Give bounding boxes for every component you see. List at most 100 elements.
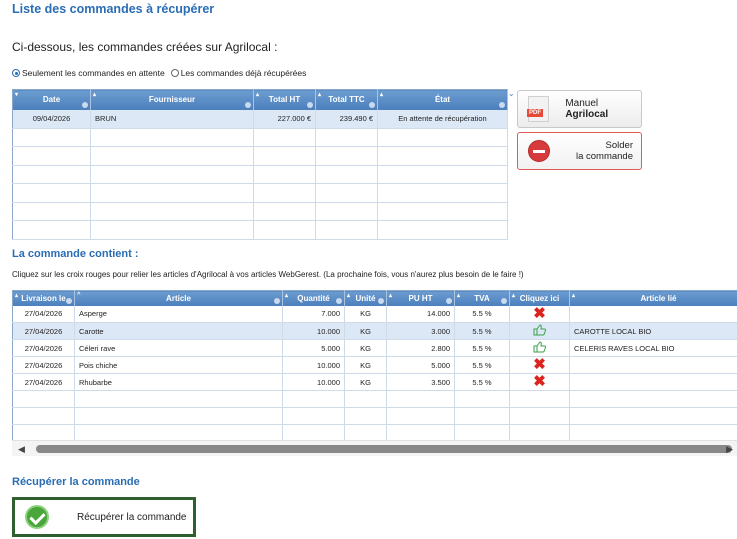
cell-tva: 5.5 % xyxy=(454,305,510,323)
filter-icon[interactable] xyxy=(245,101,251,108)
table-row[interactable]: 27/04/2026 Pois chiche 10.000 KG 5.000 5.5 % ✖ xyxy=(12,356,737,374)
sort-icon[interactable]: ▴ xyxy=(256,91,259,98)
cell-pu-ht: 14.000 xyxy=(386,305,455,323)
filter-icon[interactable] xyxy=(446,297,452,304)
col-livraison[interactable]: ▴ Livraison le xyxy=(12,290,75,306)
cell-linked-article: CAROTTE LOCAL BIO xyxy=(569,322,737,340)
table-row xyxy=(12,146,508,166)
sort-icon[interactable]: ▾ xyxy=(15,91,18,98)
sort-icon[interactable]: ▴ xyxy=(389,292,392,299)
red-x-icon[interactable]: ✖ xyxy=(533,306,546,322)
red-x-icon[interactable]: ✖ xyxy=(533,357,546,373)
scroll-left-icon[interactable]: ◀ xyxy=(18,444,25,455)
filter-icon[interactable] xyxy=(369,101,375,108)
filter-icon[interactable] xyxy=(274,297,280,304)
radio-done-circle[interactable] xyxy=(170,69,179,77)
sort-icon[interactable]: ▴ xyxy=(15,292,18,299)
cell-article: Carotte xyxy=(74,322,283,340)
cell-delivery-date: 27/04/2026 xyxy=(12,373,75,391)
radio-pending-circle[interactable] xyxy=(12,69,20,77)
filter-icon[interactable] xyxy=(499,101,505,108)
table-row xyxy=(12,220,508,240)
recuperer-commande-button[interactable]: Récupérer la commande xyxy=(12,497,196,537)
cell-action[interactable] xyxy=(509,322,570,340)
sort-icon[interactable]: ▴ xyxy=(512,292,515,299)
table-row[interactable]: 09/04/2026 BRUN 227.000 € 239.490 € En a… xyxy=(12,109,508,129)
horizontal-scrollbar[interactable]: ◀ ▶ xyxy=(12,440,737,456)
scroll-right-icon[interactable]: ▶ xyxy=(726,444,733,455)
cell-empty xyxy=(74,424,283,442)
cell-delivery-date: 27/04/2026 xyxy=(12,356,75,374)
cell-unit: KG xyxy=(344,305,387,323)
section-title-recover: Récupérer la commande xyxy=(12,476,140,488)
filter-icon[interactable] xyxy=(307,101,313,108)
sort-icon[interactable]: ▴ xyxy=(285,292,288,299)
thumbs-up-icon[interactable] xyxy=(533,324,547,336)
cell-empty xyxy=(509,424,570,442)
cell-date: 09/04/2026 xyxy=(12,109,91,129)
cell-empty xyxy=(509,407,570,425)
cell-unit: KG xyxy=(344,356,387,374)
filter-icon[interactable] xyxy=(336,297,342,304)
cell-delivery-date: 27/04/2026 xyxy=(12,322,75,340)
cell-action[interactable] xyxy=(509,339,570,357)
cell-empty xyxy=(509,390,570,408)
filter-icon[interactable] xyxy=(82,101,88,108)
filter-icon[interactable] xyxy=(378,297,384,304)
col-article[interactable]: ^ Article xyxy=(74,290,283,306)
col-fournisseur[interactable]: ▴ Fournisseur xyxy=(90,89,254,110)
sort-icon[interactable]: ▴ xyxy=(572,292,575,299)
col-tva[interactable]: ▴ TVA xyxy=(454,290,510,306)
sort-icon[interactable]: ▴ xyxy=(93,91,96,98)
cell-empty xyxy=(386,407,455,425)
solder-commande-button[interactable]: Solder la commande xyxy=(517,132,642,170)
sort-icon[interactable]: ▴ xyxy=(457,292,460,299)
col-etat[interactable]: ▴ État xyxy=(377,89,508,110)
cell-empty xyxy=(282,407,345,425)
page-title: Liste des commandes à récupérer xyxy=(12,2,215,16)
cell-total-ttc: 239.490 € xyxy=(315,109,378,129)
scrollbar-thumb[interactable] xyxy=(36,445,732,453)
cell-action[interactable]: ✖ xyxy=(509,305,570,323)
filter-icon[interactable] xyxy=(501,297,507,304)
table-row[interactable]: 27/04/2026 Carotte 10.000 KG 3.000 5.5 % CAROT… xyxy=(12,322,737,340)
cell-empty xyxy=(569,424,737,442)
cell-action[interactable]: ✖ xyxy=(509,373,570,391)
chevron-down-icon[interactable]: ⌄ xyxy=(508,89,515,98)
col-cliquez-ici[interactable]: ▴ Cliquez ici xyxy=(509,290,570,306)
radio-done[interactable]: Les commandes déjà récupérées xyxy=(170,68,306,78)
cell-linked-article: CELERIS RAVES LOCAL BIO xyxy=(569,339,737,357)
cell-empty xyxy=(344,424,387,442)
cell-action[interactable]: ✖ xyxy=(509,356,570,374)
col-quantite[interactable]: ▴ Quantité xyxy=(282,290,345,306)
cell-empty xyxy=(344,407,387,425)
col-unite[interactable]: ▴ Unité xyxy=(344,290,387,306)
cell-delivery-date: 27/04/2026 xyxy=(12,339,75,357)
sort-icon[interactable]: ▴ xyxy=(380,91,383,98)
col-pu-ht[interactable]: ▴ PU HT xyxy=(386,290,455,306)
table-row xyxy=(12,165,508,184)
cell-empty xyxy=(282,424,345,442)
table-row[interactable]: 27/04/2026 Céleri rave 5.000 KG 2.800 5.5 % CE… xyxy=(12,339,737,357)
thumbs-up-icon[interactable] xyxy=(533,341,547,353)
cell-unit: KG xyxy=(344,322,387,340)
filter-icon[interactable] xyxy=(66,297,72,304)
col-article-lie[interactable]: ▴ Article lié xyxy=(569,290,737,306)
sort-icon[interactable]: ▴ xyxy=(318,91,321,98)
sort-icon[interactable]: ^ xyxy=(77,292,81,298)
intro-text: Ci-dessous, les commandes créées sur Agr… xyxy=(12,40,278,54)
col-total-ht[interactable]: ▴ Total HT xyxy=(253,89,316,110)
table-row[interactable]: 27/04/2026 Asperge 7.000 KG 14.000 5.5 % ✖ xyxy=(12,305,737,323)
cell-pu-ht: 5.000 xyxy=(386,356,455,374)
cell-state: En attente de récupération xyxy=(377,109,508,129)
cell-total-ht: 227.000 € xyxy=(253,109,316,129)
sort-icon[interactable]: ▴ xyxy=(347,292,350,299)
manual-agrilocal-button[interactable]: PDF Manuel Agrilocal xyxy=(517,90,642,128)
cell-pu-ht: 3.000 xyxy=(386,322,455,340)
radio-pending[interactable]: Seulement les commandes en attente xyxy=(12,68,165,78)
col-date[interactable]: ▾ Date xyxy=(12,89,91,110)
no-entry-icon xyxy=(528,140,550,162)
red-x-icon[interactable]: ✖ xyxy=(533,374,546,390)
table-row[interactable]: 27/04/2026 Rhubarbe 10.000 KG 3.500 5.5 % ✖ xyxy=(12,373,737,391)
col-total-ttc[interactable]: ▴ Total TTC xyxy=(315,89,378,110)
